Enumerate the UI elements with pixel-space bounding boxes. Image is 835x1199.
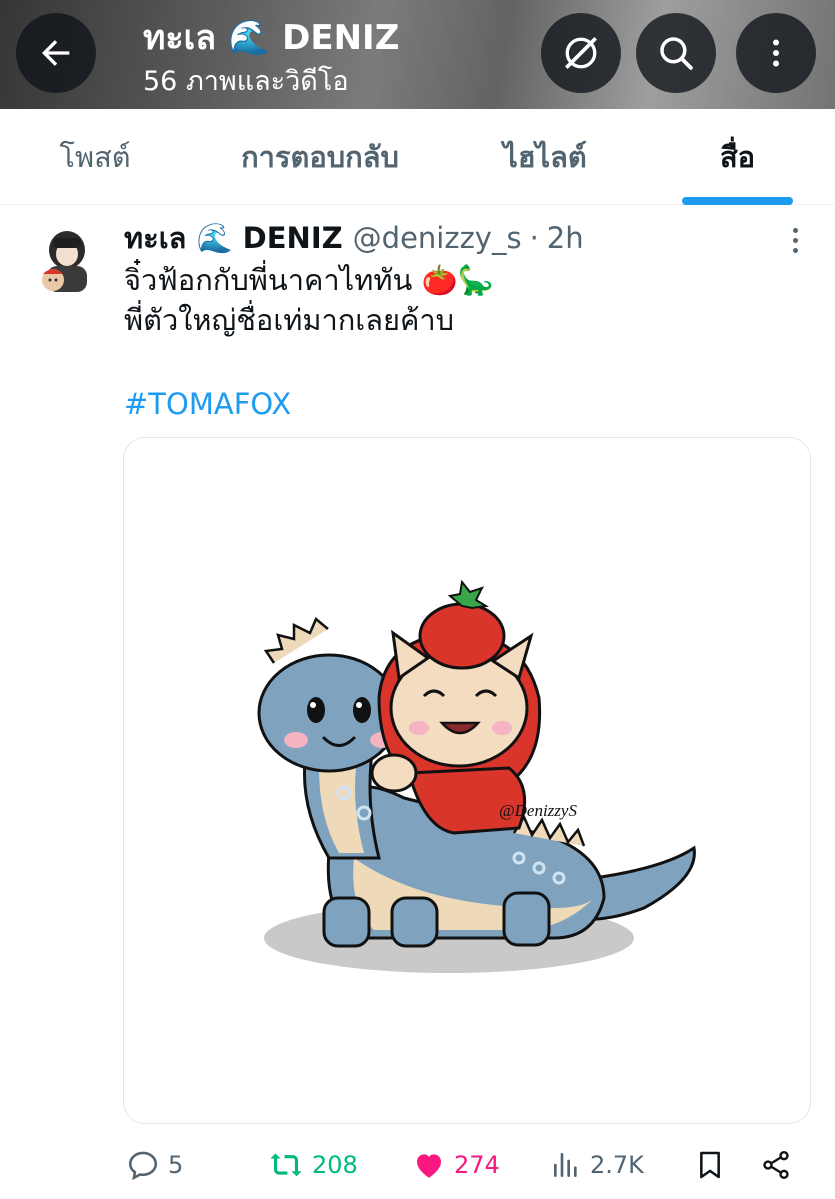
post-actions: 5 208 274 2.7K bbox=[0, 1140, 835, 1190]
reply-icon bbox=[128, 1151, 158, 1181]
tab-posts[interactable]: โพสต์ bbox=[0, 109, 190, 205]
heart-icon bbox=[416, 1154, 442, 1178]
search-button[interactable] bbox=[636, 13, 716, 93]
header-subtitle: 56 ภาพและวิดีโอ bbox=[143, 66, 349, 97]
views-icon bbox=[554, 1153, 577, 1177]
reply-button[interactable]: 5 bbox=[126, 1140, 183, 1190]
post-text-line: จิ๋วฟ้อกกับพี่นาคาไททัน 🍅🦕 bbox=[124, 263, 494, 297]
post-image[interactable]: @DenizzyS bbox=[123, 437, 811, 1124]
share-icon bbox=[763, 1151, 789, 1179]
more-dot bbox=[792, 247, 798, 253]
author-name[interactable]: ทะเล 🌊 DENIZ bbox=[124, 215, 343, 261]
views-count: 2.7K bbox=[590, 1151, 644, 1179]
grok-icon bbox=[565, 37, 597, 69]
back-button[interactable] bbox=[16, 13, 96, 93]
tab-media[interactable]: สื่อ bbox=[640, 109, 835, 205]
header-titles: ทะเล 🌊 DENIZ 56 ภาพและวิดีโอ bbox=[143, 16, 399, 102]
active-tab-indicator bbox=[682, 197, 793, 205]
post-header: ทะเล 🌊 DENIZ @denizzy_s · 2h bbox=[124, 216, 584, 260]
arrow-left-icon bbox=[42, 40, 70, 66]
profile-header: ทะเล 🌊 DENIZ 56 ภาพและวิดีโอ bbox=[0, 0, 835, 109]
like-count: 274 bbox=[454, 1151, 500, 1179]
header-title: ทะเล 🌊 DENIZ bbox=[143, 18, 400, 58]
more-dot bbox=[792, 227, 798, 233]
grok-button[interactable] bbox=[541, 13, 621, 93]
repost-icon bbox=[270, 1153, 302, 1177]
more-dot bbox=[792, 237, 798, 243]
like-button[interactable]: 274 bbox=[412, 1140, 500, 1190]
views-button[interactable]: 2.7K bbox=[550, 1140, 644, 1190]
bookmark-icon bbox=[700, 1151, 720, 1179]
reply-count: 5 bbox=[168, 1151, 184, 1179]
tomato-fox-dino-illustration: @DenizzyS bbox=[257, 579, 696, 973]
tab-highlights[interactable]: ไฮไลต์ bbox=[450, 109, 640, 205]
author-handle[interactable]: @denizzy_s bbox=[353, 221, 522, 255]
avatar[interactable] bbox=[37, 228, 97, 296]
profile-tabs: โพสต์ การตอบกลับ ไฮไลต์ สื่อ bbox=[0, 109, 835, 205]
post-text: จิ๋วฟ้อกกับพี่นาคาไททัน 🍅🦕 พี่ตัวใหญ่ชื่… bbox=[124, 260, 814, 340]
post-text-line: พี่ตัวใหญ่ชื่อเท่มากเลยค้าบ bbox=[124, 303, 455, 337]
more-button[interactable] bbox=[736, 13, 816, 93]
bookmark-button[interactable] bbox=[694, 1140, 726, 1190]
post-more-button[interactable] bbox=[780, 222, 810, 258]
more-vertical-icon bbox=[773, 39, 779, 67]
post-time[interactable]: 2h bbox=[547, 221, 584, 255]
meta-separator: · bbox=[529, 221, 539, 255]
image-signature: @DenizzyS bbox=[499, 801, 577, 820]
tab-replies[interactable]: การตอบกลับ bbox=[190, 109, 450, 205]
share-button[interactable] bbox=[760, 1140, 792, 1190]
search-icon bbox=[660, 37, 693, 70]
repost-button[interactable]: 208 bbox=[268, 1140, 358, 1190]
repost-count: 208 bbox=[312, 1151, 358, 1179]
hashtag-link[interactable]: #TOMAFOX bbox=[124, 384, 291, 424]
